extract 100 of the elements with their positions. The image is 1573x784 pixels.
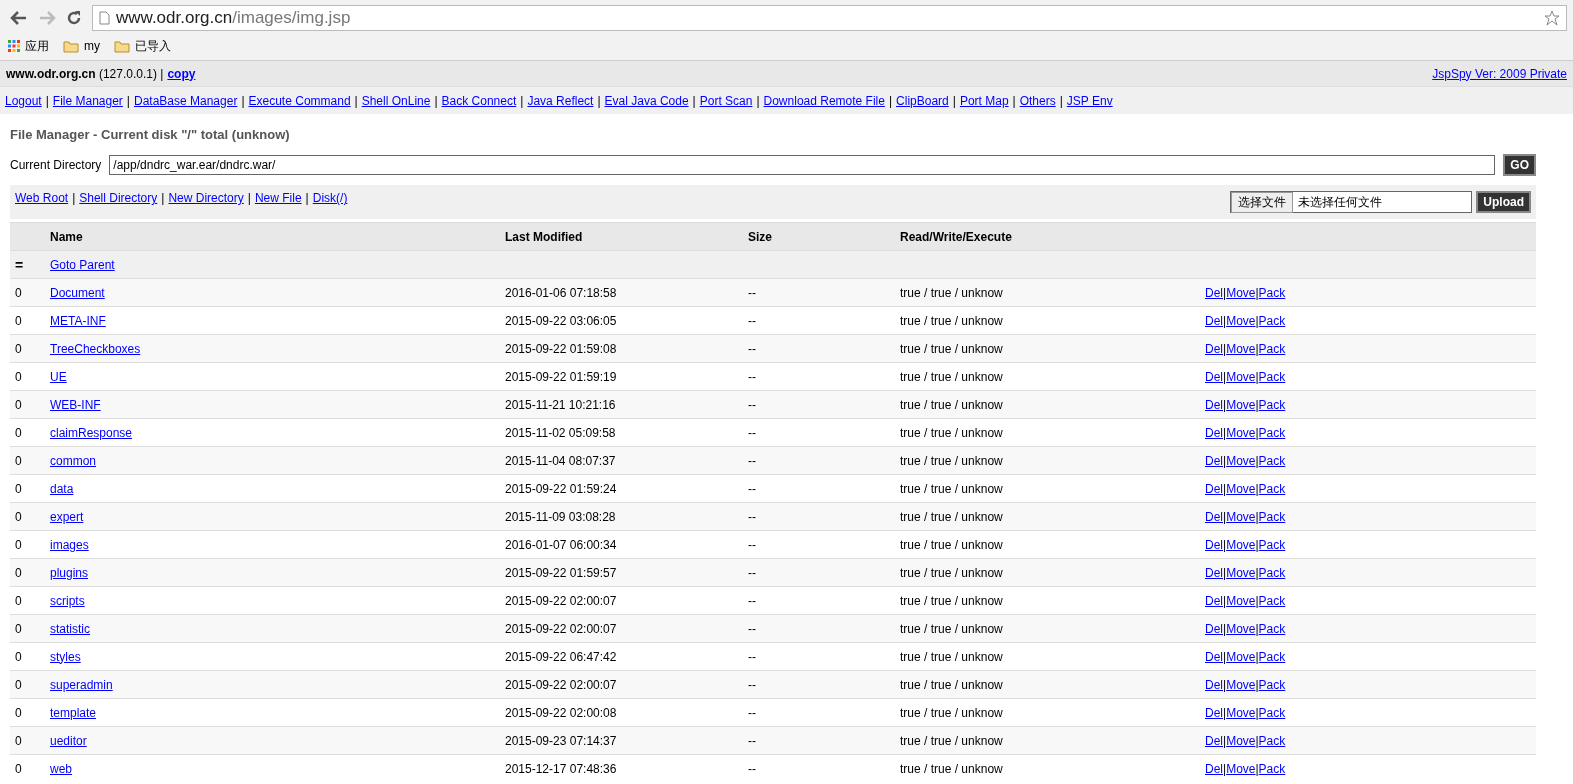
action-link[interactable]: Del xyxy=(1205,285,1223,300)
folder-link[interactable]: WEB-INF xyxy=(50,397,101,412)
action-link[interactable]: Del xyxy=(1205,565,1223,580)
action-link[interactable]: Pack xyxy=(1258,341,1286,356)
action-link[interactable]: Move xyxy=(1226,397,1256,412)
action-link[interactable]: Pack xyxy=(1258,677,1286,692)
nav-link[interactable]: JSP Env xyxy=(1066,93,1113,108)
file-input[interactable]: 选择文件 未选择任何文件 xyxy=(1230,191,1473,213)
action-link[interactable]: Move xyxy=(1226,649,1256,664)
action-link[interactable]: Pack xyxy=(1258,453,1286,468)
action-link[interactable]: Pack xyxy=(1258,705,1286,720)
folder-link[interactable]: ueditor xyxy=(50,733,87,748)
action-link[interactable]: Del xyxy=(1205,537,1223,552)
action-link[interactable]: Pack xyxy=(1258,425,1286,440)
address-bar[interactable]: www.odr.org.cn/images/img.jsp xyxy=(92,5,1567,31)
nav-link[interactable]: Eval Java Code xyxy=(604,93,689,108)
nav-link[interactable]: Shell OnLine xyxy=(361,93,431,108)
nav-link[interactable]: File Manager xyxy=(52,93,123,108)
action-link[interactable]: Del xyxy=(1205,649,1223,664)
folder-link[interactable]: scripts xyxy=(50,593,85,608)
toolbar-link[interactable]: Web Root xyxy=(15,191,69,205)
action-link[interactable]: Pack xyxy=(1258,649,1286,664)
go-button[interactable]: GO xyxy=(1503,154,1536,176)
action-link[interactable]: Del xyxy=(1205,621,1223,636)
action-link[interactable]: Move xyxy=(1226,425,1256,440)
action-link[interactable]: Pack xyxy=(1258,481,1286,496)
nav-link[interactable]: Download Remote File xyxy=(763,93,885,108)
action-link[interactable]: Move xyxy=(1226,537,1256,552)
action-link[interactable]: Pack xyxy=(1258,565,1286,580)
star-icon[interactable] xyxy=(1544,10,1560,26)
action-link[interactable]: Move xyxy=(1226,369,1256,384)
nav-link[interactable]: Others xyxy=(1019,93,1056,108)
folder-link[interactable]: common xyxy=(50,453,96,468)
folder-link[interactable]: expert xyxy=(50,509,84,524)
nav-link[interactable]: DataBase Manager xyxy=(134,93,238,108)
action-link[interactable]: Move xyxy=(1226,285,1256,300)
folder-link[interactable]: META-INF xyxy=(50,313,106,328)
folder-link[interactable]: claimResponse xyxy=(50,425,133,440)
upload-button[interactable]: Upload xyxy=(1476,191,1531,213)
action-link[interactable]: Move xyxy=(1226,593,1256,608)
nav-link[interactable]: Java Reflect xyxy=(527,93,594,108)
action-link[interactable]: Move xyxy=(1226,313,1256,328)
action-link[interactable]: Pack xyxy=(1258,733,1286,748)
action-link[interactable]: Del xyxy=(1205,425,1223,440)
directory-field[interactable]: /app/dndrc_war.ear/dndrc.war/ xyxy=(109,155,1496,175)
nav-link[interactable]: Execute Command xyxy=(248,93,351,108)
folder-link[interactable]: web xyxy=(50,761,72,776)
folder-link[interactable]: statistic xyxy=(50,621,90,636)
action-link[interactable]: Pack xyxy=(1258,397,1286,412)
folder-link[interactable]: data xyxy=(50,481,74,496)
action-link[interactable]: Del xyxy=(1205,677,1223,692)
back-icon[interactable] xyxy=(10,10,28,26)
nav-link[interactable]: Back Connect xyxy=(441,93,517,108)
nav-link[interactable]: Logout xyxy=(5,93,42,108)
action-link[interactable]: Del xyxy=(1205,341,1223,356)
action-link[interactable]: Pack xyxy=(1258,313,1286,328)
folder-link[interactable]: TreeCheckboxes xyxy=(50,341,141,356)
reload-icon[interactable] xyxy=(66,10,82,26)
action-link[interactable]: Del xyxy=(1205,593,1223,608)
action-link[interactable]: Del xyxy=(1205,705,1223,720)
action-link[interactable]: Pack xyxy=(1258,537,1286,552)
action-link[interactable]: Pack xyxy=(1258,509,1286,524)
action-link[interactable]: Move xyxy=(1226,509,1256,524)
action-link[interactable]: Pack xyxy=(1258,285,1286,300)
action-link[interactable]: Move xyxy=(1226,453,1256,468)
goto-parent-link[interactable]: Goto Parent xyxy=(50,257,115,272)
action-link[interactable]: Del xyxy=(1205,761,1223,776)
action-link[interactable]: Move xyxy=(1226,733,1256,748)
action-link[interactable]: Pack xyxy=(1258,761,1286,776)
action-link[interactable]: Pack xyxy=(1258,369,1286,384)
action-link[interactable]: Del xyxy=(1205,481,1223,496)
action-link[interactable]: Del xyxy=(1205,509,1223,524)
folder-link[interactable]: styles xyxy=(50,649,81,664)
copy-link[interactable]: copy xyxy=(167,66,196,81)
nav-link[interactable]: Port Scan xyxy=(699,93,753,108)
action-link[interactable]: Move xyxy=(1226,761,1256,776)
toolbar-link[interactable]: Disk(/) xyxy=(312,191,348,205)
folder-link[interactable]: images xyxy=(50,537,89,552)
folder-link[interactable]: plugins xyxy=(50,565,89,580)
nav-link[interactable]: ClipBoard xyxy=(896,93,949,108)
folder-link[interactable]: UE xyxy=(50,369,67,384)
action-link[interactable]: Pack xyxy=(1258,621,1286,636)
version-link[interactable]: JspSpy Ver: 2009 Private xyxy=(1432,66,1567,81)
action-link[interactable]: Move xyxy=(1226,481,1256,496)
action-link[interactable]: Del xyxy=(1205,733,1223,748)
folder-link[interactable]: Document xyxy=(50,285,105,300)
nav-link[interactable]: Port Map xyxy=(959,93,1009,108)
action-link[interactable]: Pack xyxy=(1258,593,1286,608)
toolbar-link[interactable]: New Directory xyxy=(168,191,244,205)
action-link[interactable]: Del xyxy=(1205,453,1223,468)
bookmark-item[interactable]: 已导入 xyxy=(114,37,171,55)
folder-link[interactable]: template xyxy=(50,705,97,720)
action-link[interactable]: Del xyxy=(1205,369,1223,384)
action-link[interactable]: Move xyxy=(1226,705,1256,720)
toolbar-link[interactable]: Shell Directory xyxy=(79,191,158,205)
toolbar-link[interactable]: New File xyxy=(254,191,302,205)
action-link[interactable]: Move xyxy=(1226,621,1256,636)
bookmark-item[interactable]: 应用 xyxy=(8,37,49,55)
bookmark-item[interactable]: my xyxy=(63,39,100,53)
action-link[interactable]: Del xyxy=(1205,397,1223,412)
